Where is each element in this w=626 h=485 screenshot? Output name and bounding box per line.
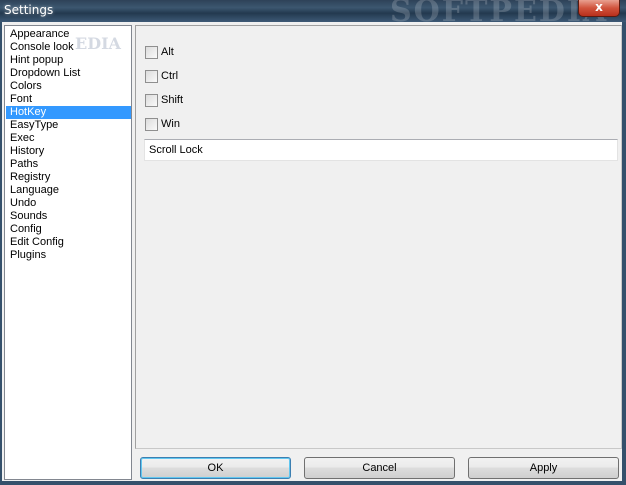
sidebar-item-language[interactable]: Language (6, 184, 131, 197)
sidebar-item-colors[interactable]: Colors (6, 80, 131, 93)
checkbox-box[interactable] (145, 70, 158, 83)
sidebar-item-font[interactable]: Font (6, 93, 131, 106)
sidebar-item-hotkey[interactable]: HotKey (6, 106, 131, 119)
sidebar-item-history[interactable]: History (6, 145, 131, 158)
close-icon: x (595, 0, 603, 14)
sidebar-item-dropdown-list[interactable]: Dropdown List (6, 67, 131, 80)
checkbox-label: Alt (161, 46, 174, 58)
apply-button[interactable]: Apply (468, 457, 619, 479)
sidebar-item-sounds[interactable]: Sounds (6, 210, 131, 223)
checkbox-box[interactable] (145, 118, 158, 131)
checkbox-label: Win (161, 118, 180, 130)
sidebar-item-registry[interactable]: Registry (6, 171, 131, 184)
sidebar-item-plugins[interactable]: Plugins (6, 249, 131, 262)
sidebar-item-console-look[interactable]: Console look (6, 41, 131, 54)
ok-button[interactable]: OK (140, 457, 291, 479)
checkbox-box[interactable] (145, 46, 158, 59)
close-button[interactable]: x (578, 0, 620, 17)
sidebar-item-easytype[interactable]: EasyType (6, 119, 131, 132)
cancel-button[interactable]: Cancel (304, 457, 455, 479)
sidebar-item-undo[interactable]: Undo (6, 197, 131, 210)
settings-category-list[interactable]: EDIA Appearance Console look Hint popup … (4, 25, 132, 480)
checkbox-box[interactable] (145, 94, 158, 107)
sidebar-item-hint-popup[interactable]: Hint popup (6, 54, 131, 67)
window-title: Settings (4, 3, 54, 17)
title-bar[interactable]: SOFTPEDIA Settings x (0, 0, 626, 29)
checkbox-label: Shift (161, 94, 184, 106)
sidebar-item-config[interactable]: Config (6, 223, 131, 236)
sidebar-item-edit-config[interactable]: Edit Config (6, 236, 131, 249)
sidebar-item-paths[interactable]: Paths (6, 158, 131, 171)
hotkey-key-field[interactable]: Scroll Lock (144, 139, 618, 161)
dialog-client-area: EDIA Appearance Console look Hint popup … (2, 22, 622, 481)
window-frame-right (622, 22, 626, 485)
checkbox-label: Ctrl (161, 70, 179, 82)
sidebar-item-appearance[interactable]: Appearance (6, 28, 131, 41)
window-frame-bottom (0, 481, 626, 485)
hotkey-settings-panel: Alt Ctrl Shift Win Scroll Lock (135, 25, 622, 449)
sidebar-item-exec[interactable]: Exec (6, 132, 131, 145)
